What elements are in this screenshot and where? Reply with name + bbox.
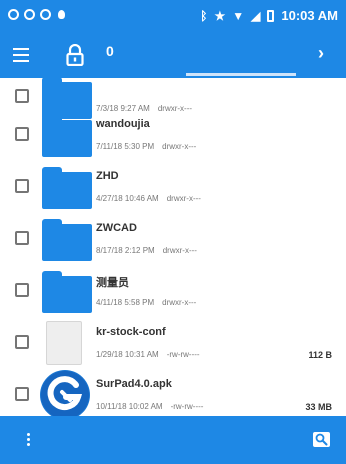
location-pin-icon <box>58 10 65 19</box>
notification-icons <box>8 9 65 20</box>
lock-icon[interactable] <box>66 43 84 67</box>
bottom-bar <box>0 416 346 464</box>
file-name: wandoujia <box>96 118 150 130</box>
file-date: 8/17/18 2:12 PM <box>96 246 155 255</box>
list-item[interactable]: ZWCAD 8/17/18 2:12 PM drwxr-x--- <box>0 214 346 266</box>
notification-circle-icon <box>8 9 19 20</box>
wifi-icon: ▼ <box>232 8 245 23</box>
hamburger-menu-icon[interactable] <box>13 48 29 62</box>
file-meta: 7/11/18 5:30 PM drwxr-x--- <box>96 142 196 151</box>
file-name: ZWCAD <box>96 222 137 234</box>
file-permissions: drwxr-x--- <box>166 194 201 203</box>
select-checkbox[interactable] <box>15 127 29 141</box>
file-date: 7/11/18 5:30 PM <box>96 142 155 151</box>
notification-circle-icon <box>24 9 35 20</box>
select-checkbox[interactable] <box>15 231 29 245</box>
file-permissions: -rw-rw---- <box>166 350 200 359</box>
file-permissions: drwxr-x--- <box>162 246 197 255</box>
select-checkbox[interactable] <box>15 89 29 103</box>
system-icons: ᛒ ★ ▼ ◢ 10:03 AM <box>200 8 338 23</box>
list-item[interactable]: wandoujia 7/11/18 5:30 PM drwxr-x--- <box>0 110 346 162</box>
battery-icon <box>267 9 275 22</box>
file-meta: 10/11/18 10:02 AM -rw-rw---- <box>96 402 203 411</box>
list-item[interactable]: 测量员 4/11/18 5:58 PM drwxr-x--- <box>0 266 346 318</box>
file-name: 测量员 <box>96 277 129 289</box>
breadcrumb[interactable]: 0 <box>106 43 114 59</box>
file-date: 1/29/18 10:31 AM <box>96 350 159 359</box>
file-name: SurPad4.0.apk <box>96 378 172 390</box>
file-size: 33 MB <box>305 402 332 412</box>
status-bar: ᛒ ★ ▼ ◢ 10:03 AM <box>0 0 346 34</box>
file-date: 10/11/18 10:02 AM <box>96 402 163 411</box>
folder-icon <box>42 219 92 261</box>
select-checkbox[interactable] <box>15 283 29 297</box>
list-item[interactable]: ZHD 4/27/18 10:46 AM drwxr-x--- <box>0 162 346 214</box>
status-time: 10:03 AM <box>281 8 338 23</box>
file-size: 112 B <box>308 350 332 360</box>
list-item[interactable]: kr-stock-conf 1/29/18 10:31 AM -rw-rw----… <box>0 318 346 370</box>
file-date: 4/27/18 10:46 AM <box>96 194 159 203</box>
file-icon <box>46 321 82 365</box>
chevron-right-icon[interactable]: › <box>318 43 324 64</box>
file-name: ZHD <box>96 170 119 182</box>
notification-circle-icon <box>40 9 51 20</box>
signal-icon: ◢ <box>251 8 261 23</box>
file-list[interactable]: 7/3/18 9:27 AM drwxr-x--- wandoujia 7/11/… <box>0 78 346 416</box>
folder-icon <box>42 271 92 313</box>
file-meta: 4/11/18 5:58 PM drwxr-x--- <box>96 298 196 307</box>
path-scroll-indicator <box>186 73 296 76</box>
toolbar: 0 › <box>0 34 346 78</box>
file-meta: 8/17/18 2:12 PM drwxr-x--- <box>96 246 197 255</box>
select-checkbox[interactable] <box>15 179 29 193</box>
file-meta: 4/27/18 10:46 AM drwxr-x--- <box>96 194 201 203</box>
file-meta: 1/29/18 10:31 AM -rw-rw---- <box>96 350 200 359</box>
apk-app-icon <box>40 370 90 416</box>
search-icon[interactable] <box>313 432 330 447</box>
list-item[interactable]: SurPad4.0.apk 10/11/18 10:02 AM -rw-rw---… <box>0 370 346 416</box>
select-checkbox[interactable] <box>15 335 29 349</box>
folder-icon <box>42 115 92 157</box>
file-name: kr-stock-conf <box>96 326 166 338</box>
file-date: 4/11/18 5:58 PM <box>96 298 155 307</box>
file-permissions: drwxr-x--- <box>162 142 197 151</box>
file-permissions: drwxr-x--- <box>162 298 197 307</box>
file-permissions: -rw-rw---- <box>170 402 204 411</box>
select-checkbox[interactable] <box>15 387 29 401</box>
bluetooth-icon: ᛒ <box>200 8 208 23</box>
folder-icon <box>42 167 92 209</box>
more-vertical-icon[interactable] <box>27 433 30 447</box>
star-icon: ★ <box>214 8 226 23</box>
